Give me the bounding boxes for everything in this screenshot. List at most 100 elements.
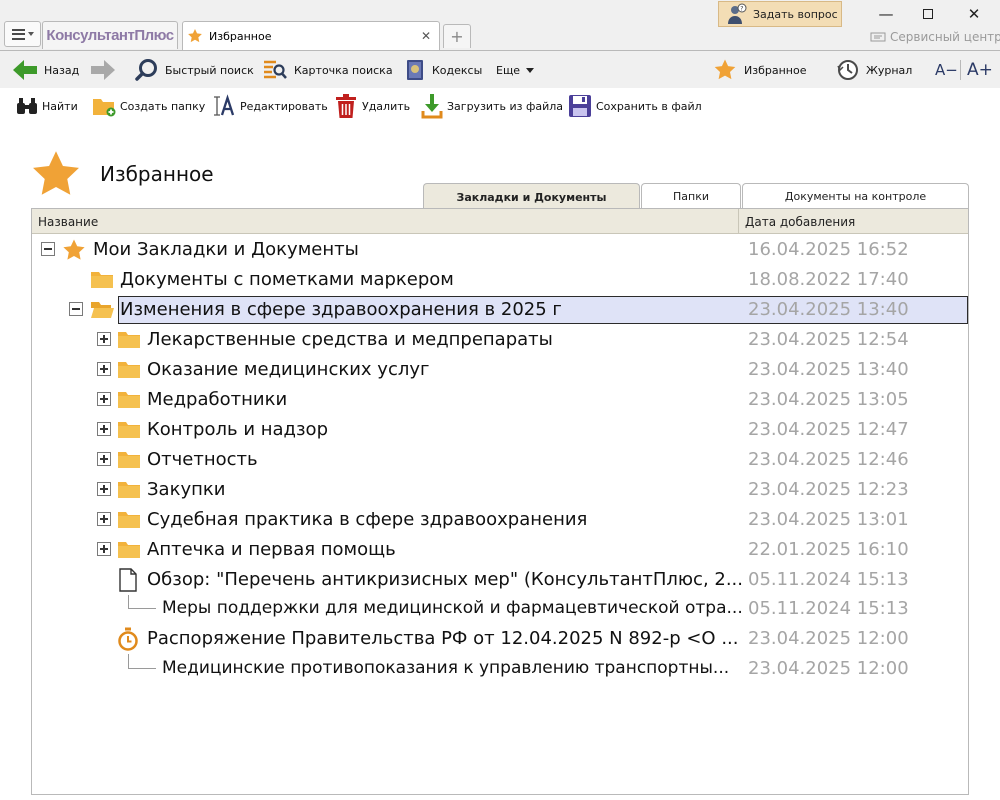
row-name: Мои Закладки и Документы — [93, 239, 359, 260]
row-date: 23.04.2025 12:54 — [748, 329, 909, 350]
row-name: Документы с пометками маркером — [120, 269, 454, 290]
new-tab-button[interactable]: + — [443, 24, 471, 48]
tree-row[interactable]: Контроль и надзор 23.04.2025 12:47 — [32, 415, 968, 445]
find-button[interactable]: Найти — [16, 89, 78, 123]
maximize-button[interactable] — [918, 4, 938, 24]
history-clock-icon — [837, 60, 858, 80]
row-name: Закупки — [147, 479, 226, 500]
expand-toggle[interactable] — [97, 482, 111, 496]
favorites-button[interactable]: Избранное — [712, 51, 806, 89]
tree-row[interactable]: Медицинские противопоказания к управлени… — [32, 654, 968, 684]
ask-question-button[interactable]: ? Задать вопрос — [718, 1, 842, 27]
favorites-tree-grid: Название Дата добавления Мои Закладки и … — [31, 208, 969, 795]
row-date: 22.01.2025 16:10 — [748, 539, 909, 560]
tab-bookmarks-documents[interactable]: Закладки и Документы — [423, 183, 640, 210]
row-name: Распоряжение Правительства РФ от 12.04.2… — [147, 628, 739, 649]
document-icon — [119, 568, 137, 592]
magnifier-icon — [135, 59, 157, 81]
expand-toggle[interactable] — [97, 542, 111, 556]
row-name: Изменения в сфере здравоохранения в 2025… — [120, 299, 562, 320]
close-window-button[interactable]: ✕ — [964, 4, 984, 24]
brand-tab[interactable]: КонсультантПлюс — [42, 21, 178, 49]
search-card-label: Карточка поиска — [294, 63, 393, 77]
service-center-label: Сервисный центр — [890, 30, 1000, 44]
row-date: 23.04.2025 12:00 — [748, 658, 909, 679]
tree-row[interactable]: Судебная практика в сфере здравоохранени… — [32, 505, 968, 535]
star-icon — [63, 239, 85, 260]
ask-question-label: Задать вопрос — [753, 7, 838, 21]
stopwatch-icon — [118, 627, 138, 651]
minimize-button[interactable]: — — [876, 4, 896, 24]
tree-row[interactable]: Медработники 23.04.2025 13:05 — [32, 385, 968, 415]
expand-toggle[interactable] — [97, 332, 111, 346]
back-button[interactable]: Назад — [12, 51, 79, 89]
row-name: Обзор: "Перечень антикризисных мер" (Кон… — [147, 569, 744, 590]
tree-row[interactable]: Оказание медицинских услуг 23.04.2025 13… — [32, 355, 968, 385]
save-to-file-button[interactable]: Сохранить в файл — [568, 89, 702, 123]
row-name: Оказание медицинских услуг — [147, 359, 430, 380]
expand-toggle[interactable] — [97, 452, 111, 466]
column-divider[interactable] — [738, 209, 739, 234]
forward-button[interactable] — [90, 51, 116, 89]
row-date: 23.04.2025 12:46 — [748, 449, 909, 470]
tree-row[interactable]: Аптечка и первая помощь 22.01.2025 16:10 — [32, 535, 968, 565]
collapse-toggle[interactable] — [69, 302, 83, 316]
service-center-link[interactable]: Сервисный центр — [870, 30, 1000, 44]
row-name: Аптечка и первая помощь — [147, 539, 396, 560]
expand-toggle[interactable] — [97, 392, 111, 406]
trash-icon — [336, 94, 356, 118]
column-header-date[interactable]: Дата добавления — [745, 215, 855, 229]
folder-icon — [118, 482, 140, 498]
more-menu[interactable]: Еще — [496, 51, 535, 89]
font-decrease-button[interactable]: A− — [935, 51, 958, 89]
tree-row[interactable]: Распоряжение Правительства РФ от 12.04.2… — [32, 624, 968, 654]
codes-label: Кодексы — [432, 63, 483, 77]
tree-row[interactable]: Обзор: "Перечень антикризисных мер" (Кон… — [32, 565, 968, 595]
delete-button[interactable]: Удалить — [334, 89, 410, 123]
create-folder-button[interactable]: Создать папку — [92, 89, 205, 123]
load-from-file-button[interactable]: Загрузить из файла — [421, 89, 563, 123]
tab-documents-on-control[interactable]: Документы на контроле — [742, 183, 969, 209]
expand-toggle[interactable] — [97, 512, 111, 526]
row-date: 05.11.2024 15:13 — [748, 569, 909, 590]
folder-add-icon — [93, 99, 116, 117]
row-date: 23.04.2025 13:40 — [748, 299, 909, 320]
codes-button[interactable]: Кодексы — [404, 51, 482, 89]
folder-icon — [118, 512, 140, 528]
tree-row[interactable]: Отчетность 23.04.2025 12:46 — [32, 445, 968, 475]
collapse-toggle[interactable] — [41, 242, 55, 256]
brand-logo: КонсультантПлюс — [46, 27, 174, 44]
close-icon[interactable]: ✕ — [421, 29, 431, 43]
tab-label: Избранное — [209, 29, 272, 43]
expand-toggle[interactable] — [97, 362, 111, 376]
text-edit-icon — [214, 94, 235, 116]
tab-favorites[interactable]: Избранное ✕ — [182, 21, 440, 50]
service-center-icon — [870, 32, 886, 42]
quick-search-button[interactable]: Быстрый поиск — [135, 51, 254, 89]
edit-button[interactable]: Редактировать — [212, 89, 328, 123]
expand-toggle[interactable] — [97, 422, 111, 436]
quick-search-label: Быстрый поиск — [165, 63, 254, 77]
column-header-name[interactable]: Название — [38, 215, 98, 229]
folder-icon — [118, 452, 140, 468]
journal-button[interactable]: Журнал — [836, 51, 912, 89]
tree-row[interactable]: Документы с пометками маркером 18.08.202… — [32, 265, 968, 295]
tree-row[interactable]: Мои Закладки и Документы 16.04.2025 16:5… — [32, 235, 968, 265]
favorites-actions-toolbar: Найти Создать папку Редактировать Удалит… — [0, 89, 1000, 123]
tree-row[interactable]: Закупки 23.04.2025 12:23 — [32, 475, 968, 505]
row-date: 23.04.2025 13:05 — [748, 389, 909, 410]
tree-row[interactable]: Меры поддержки для медицинской и фармаце… — [32, 594, 968, 624]
arrow-left-icon — [13, 60, 37, 80]
save-to-file-label: Сохранить в файл — [596, 99, 702, 113]
row-name: Медработники — [147, 389, 288, 410]
create-folder-label: Создать папку — [120, 99, 206, 113]
toolbar-divider — [960, 60, 961, 80]
main-menu-button[interactable] — [4, 21, 41, 47]
tree-row[interactable]: Лекарственные средства и медпрепараты 23… — [32, 325, 968, 355]
tree-row-selected[interactable]: Изменения в сфере здравоохранения в 2025… — [32, 295, 968, 325]
tab-folders[interactable]: Папки — [641, 183, 741, 209]
codes-book-icon — [407, 60, 423, 80]
font-increase-button[interactable]: A+ — [967, 51, 993, 89]
search-card-icon — [264, 60, 287, 79]
search-card-button[interactable]: Карточка поиска — [262, 51, 393, 89]
